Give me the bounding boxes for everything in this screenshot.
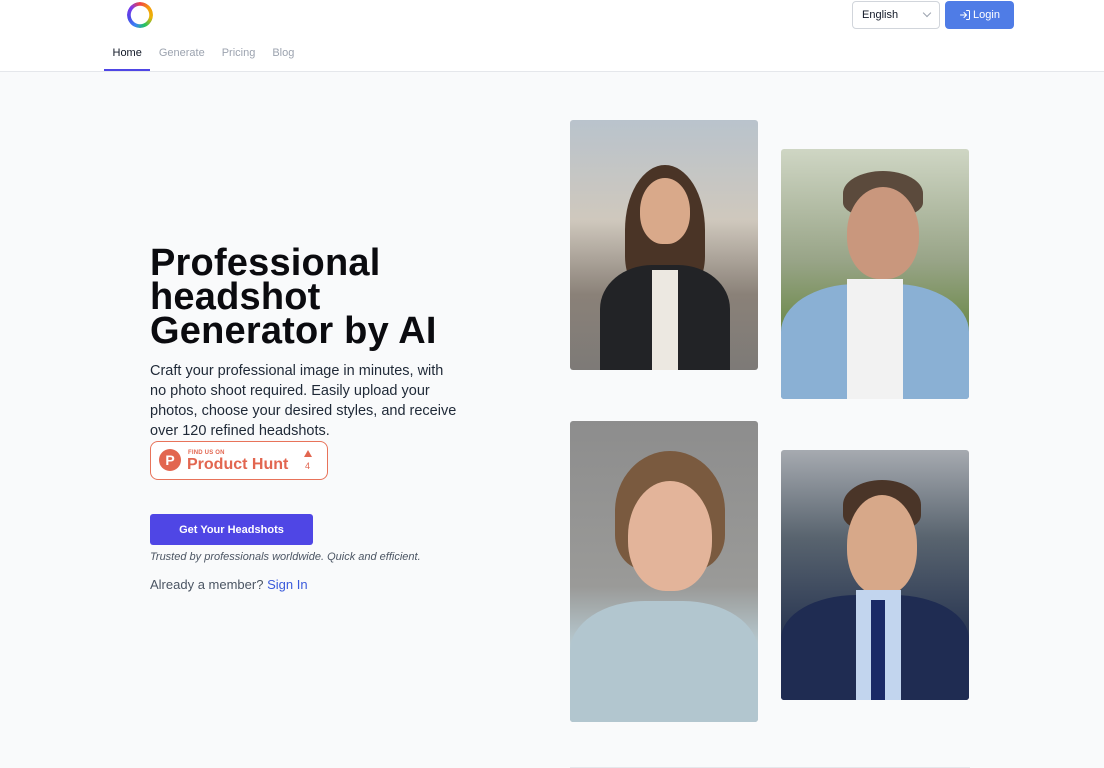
language-select[interactable]: English: [852, 1, 940, 29]
nav-home[interactable]: Home: [104, 38, 151, 71]
get-headshots-button[interactable]: Get Your Headshots: [150, 514, 313, 545]
product-hunt-icon: P: [159, 449, 181, 471]
upvote-arrow-icon: [304, 450, 312, 457]
member-prompt: Already a member? Sign In: [150, 577, 308, 592]
hero-description: Craft your professional image in minutes…: [150, 363, 457, 439]
main-nav: Home Generate Pricing Blog: [104, 38, 303, 71]
login-button[interactable]: Login: [945, 1, 1014, 29]
nav-blog[interactable]: Blog: [264, 38, 303, 71]
sign-in-link[interactable]: Sign In: [267, 577, 307, 592]
login-label: Login: [973, 9, 1000, 21]
headshot-photo: [570, 421, 758, 722]
upvote-count: 4: [305, 461, 311, 471]
nav-pricing[interactable]: Pricing: [213, 38, 264, 71]
member-text: Already a member?: [150, 577, 264, 592]
product-hunt-name: Product Hunt: [187, 456, 289, 473]
language-value: English: [862, 9, 899, 21]
logo-icon[interactable]: [127, 2, 153, 28]
headshot-photo: [781, 450, 969, 700]
nav-generate[interactable]: Generate: [150, 38, 213, 71]
hero-title-line: headshot: [150, 276, 321, 318]
product-hunt-badge[interactable]: P FIND US ON Product Hunt 4: [150, 441, 328, 480]
login-icon: [960, 10, 971, 20]
headshot-photo: [570, 120, 758, 370]
trusted-text: Trusted by professionals worldwide. Quic…: [150, 551, 421, 563]
headshot-photo: [781, 149, 969, 399]
hero-title: Professional headshot Generator by AI: [150, 242, 437, 352]
hero-title-line: Generator by AI: [150, 310, 437, 352]
top-navbar: Home Generate Pricing Blog English Login: [0, 0, 1104, 72]
hero-title-line: Professional: [150, 242, 381, 284]
chevron-down-icon: [922, 8, 932, 18]
